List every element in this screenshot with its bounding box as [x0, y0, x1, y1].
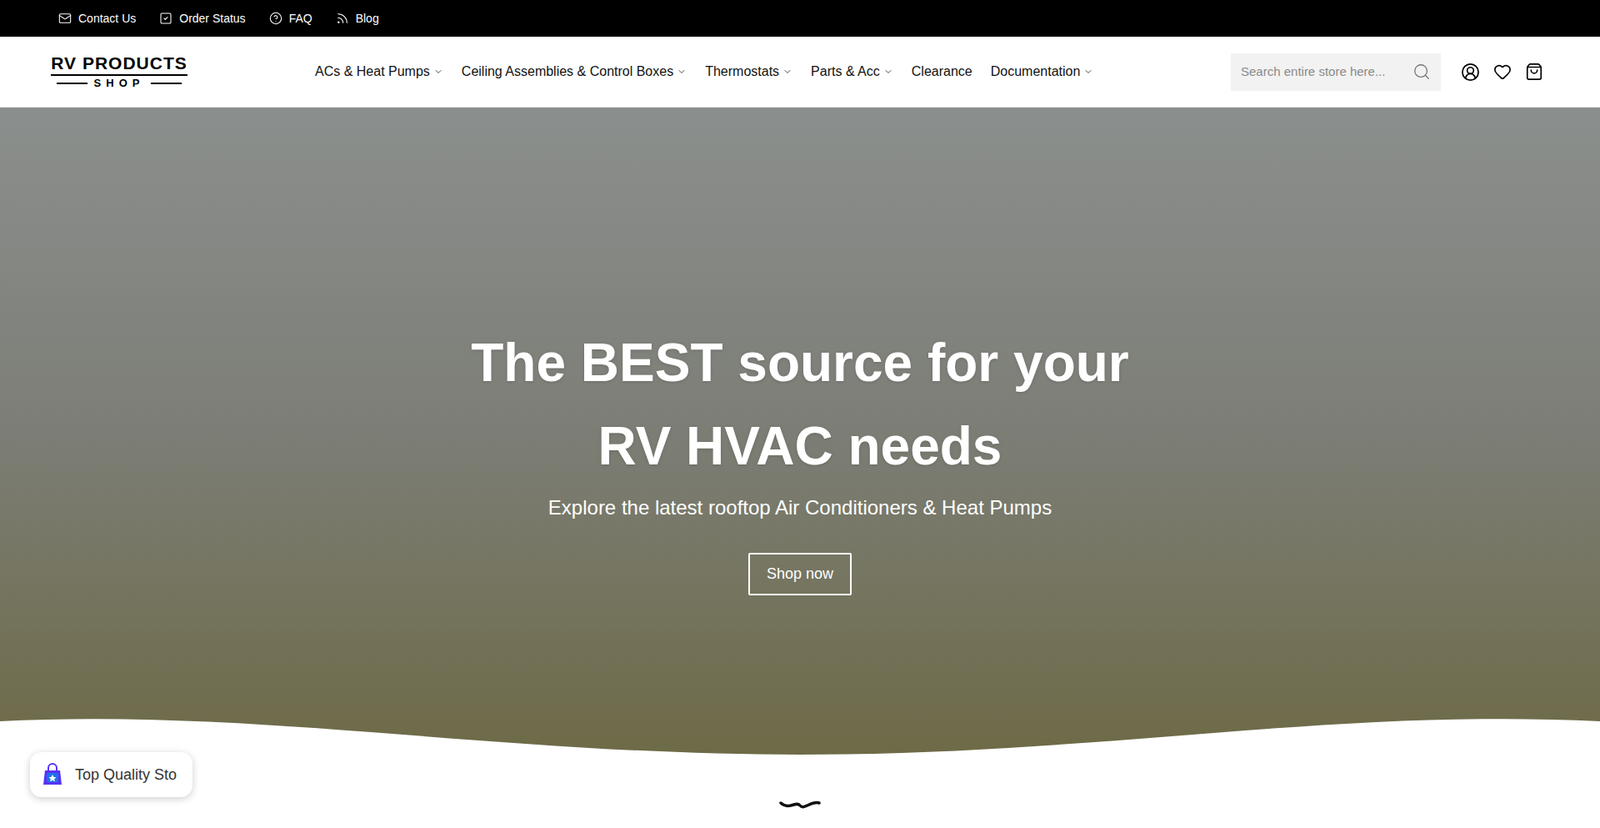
chevron-down-icon: [676, 66, 687, 77]
top-bar-link[interactable]: Blog: [335, 10, 380, 28]
squiggle-icon: [779, 798, 821, 810]
header: RV PRODUCTSSHOP ACs & Heat Pumps Ceiling A…: [0, 36, 1600, 108]
chevron-down-icon: [883, 66, 894, 77]
nav-item[interactable]: Clearance: [911, 61, 973, 82]
nav-item[interactable]: Documentation: [990, 61, 1095, 82]
wave-divider-icon: [0, 712, 1600, 760]
mail-icon: [58, 11, 72, 25]
page: Contact Us Order Status FAQ Blog RV PRODUCTS…: [0, 0, 1600, 828]
nav-item[interactable]: Parts & Acc: [810, 61, 894, 82]
cart-icon[interactable]: [1525, 62, 1544, 81]
search-input[interactable]: [1240, 62, 1406, 82]
account-icon[interactable]: [1460, 62, 1480, 82]
chevron-down-icon: [433, 66, 444, 77]
hero-title: The BEST source for yourRV HVAC needs: [470, 320, 1129, 488]
top-bar-link[interactable]: FAQ: [269, 10, 313, 28]
logo[interactable]: RV PRODUCTSSHOP: [56, 53, 182, 90]
nav-item[interactable]: Ceiling Assemblies & Control Boxes: [461, 61, 687, 82]
top-bar-link[interactable]: Contact Us: [58, 10, 136, 28]
wishlist-icon[interactable]: [1493, 62, 1512, 81]
nav-item[interactable]: ACs & Heat Pumps: [315, 61, 444, 82]
chevron-down-icon: [782, 66, 793, 77]
check-icon: [159, 11, 173, 25]
hero-subtitle: Explore the latest rooftop Air Condition…: [548, 492, 1052, 523]
help-icon: [269, 11, 283, 25]
search-field[interactable]: [1230, 53, 1441, 91]
content-start: [0, 758, 1600, 828]
search-icon[interactable]: [1412, 62, 1431, 81]
chevron-down-icon: [1083, 66, 1094, 77]
main-nav: ACs & Heat Pumps Ceiling Assemblies & Con…: [315, 61, 1094, 82]
top-bar-link[interactable]: Order Status: [159, 10, 245, 28]
top-bar: Contact Us Order Status FAQ Blog: [0, 0, 1600, 37]
blog-icon: [335, 11, 350, 25]
hero-banner: The BEST source for yourRV HVAC needs Exp…: [0, 107, 1600, 759]
shop-bag-icon: [40, 761, 65, 787]
nav-item[interactable]: Thermostats: [705, 61, 793, 82]
trust-badge[interactable]: Top Quality Sto: [30, 751, 193, 797]
shop-now-button[interactable]: Shop now: [748, 552, 852, 595]
